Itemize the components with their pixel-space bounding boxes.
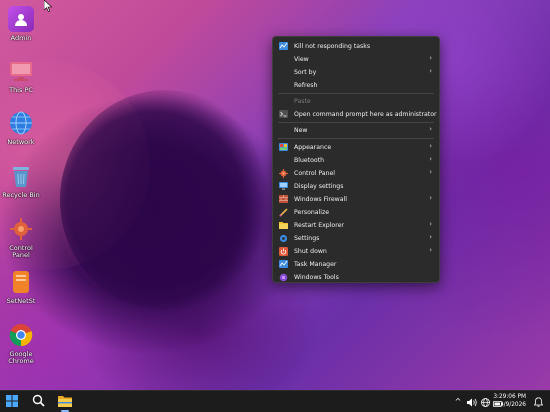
desktop-icon-network[interactable]: Network [0, 110, 42, 146]
computer-icon [8, 58, 34, 84]
menu-item-settings[interactable]: Settings › [276, 232, 436, 244]
explorer-icon [279, 221, 288, 230]
control-panel-icon [8, 216, 34, 242]
chevron-up-icon: ^ [454, 396, 462, 406]
chevron-right-icon: › [429, 54, 432, 62]
desktop-icon-setnetst[interactable]: SetNetSt [0, 269, 42, 305]
chevron-right-icon: › [429, 233, 432, 241]
search-button[interactable] [29, 393, 47, 410]
clock-date: 3/9/2026 [499, 402, 526, 408]
task-manager-icon [279, 42, 288, 51]
menu-item-shut-down[interactable]: Shut down › [276, 245, 436, 257]
menu-item-view[interactable]: View › [276, 53, 436, 65]
desktop-icon-recycle-bin[interactable]: Recycle Bin [0, 163, 42, 199]
globe-icon [480, 392, 490, 411]
cmd-icon [279, 110, 288, 119]
network-button[interactable] [479, 393, 491, 410]
menu-item-windows-tools[interactable]: Windows Tools [276, 271, 436, 283]
chevron-right-icon: › [429, 67, 432, 75]
menu-item-paste[interactable]: Paste [276, 95, 436, 107]
chevron-right-icon: › [429, 155, 432, 163]
chevron-right-icon: › [429, 220, 432, 228]
network-globe-icon [8, 110, 34, 136]
user-folder-icon [8, 6, 34, 32]
file-explorer-icon [58, 392, 72, 411]
menu-item-sort-by[interactable]: Sort by › [276, 66, 436, 78]
desktop-icon-admin[interactable]: Admin [0, 6, 42, 42]
desktop-icon-this-pc[interactable]: This PC [0, 58, 42, 94]
desktop-icon-control-panel[interactable]: Control Panel [0, 216, 42, 259]
chevron-right-icon: › [429, 142, 432, 150]
chevron-right-icon: › [429, 246, 432, 254]
notification-bell-icon [533, 392, 543, 411]
wallpaper-swirl [60, 90, 270, 310]
windows-tools-icon [279, 273, 288, 282]
menu-item-appearance[interactable]: Appearance › [276, 141, 436, 153]
menu-separator [278, 93, 434, 94]
notification-button[interactable] [531, 393, 545, 410]
appearance-icon [279, 143, 288, 152]
taskbar: ^ 3:29:06 PM 3/9/2026 [0, 390, 550, 412]
menu-item-open-cmd-admin[interactable]: Open command prompt here as administrato… [276, 108, 437, 120]
desktop-icon-google-chrome[interactable]: Google Chrome [0, 322, 42, 365]
menu-item-task-manager[interactable]: Task Manager [276, 258, 436, 270]
taskbar-clock[interactable]: 3:29:06 PM 3/9/2026 [493, 393, 526, 409]
desktop-context-menu: Kill not responding tasks View › Sort by… [272, 36, 440, 283]
personalize-icon [279, 207, 288, 217]
task-manager-icon [279, 260, 288, 269]
windows-start-icon [6, 392, 18, 411]
chevron-right-icon: › [429, 194, 432, 202]
mouse-cursor-icon [44, 0, 53, 12]
firewall-icon [279, 195, 288, 204]
clock-time: 3:29:06 PM [493, 394, 526, 400]
menu-item-display-settings[interactable]: Display settings [276, 180, 436, 192]
speaker-icon [467, 392, 477, 411]
menu-item-windows-firewall[interactable]: Windows Firewall › [276, 193, 436, 205]
menu-separator [278, 122, 434, 123]
search-icon [32, 392, 45, 411]
settings-icon [279, 234, 288, 243]
chevron-right-icon: › [429, 168, 432, 176]
chevron-right-icon: › [429, 125, 432, 133]
desktop[interactable]: Admin This PC Network Recycle Bin Contro… [0, 0, 550, 390]
menu-item-refresh[interactable]: Refresh [276, 79, 436, 91]
menu-item-kill-not-responding[interactable]: Kill not responding tasks [276, 40, 436, 52]
recycle-bin-icon [8, 163, 34, 189]
document-icon [8, 269, 34, 295]
start-button[interactable] [3, 393, 21, 410]
file-explorer-button[interactable] [56, 393, 74, 410]
volume-button[interactable] [466, 393, 478, 410]
shutdown-icon [279, 246, 288, 256]
menu-item-personalize[interactable]: Personalize [276, 206, 436, 218]
menu-separator [278, 138, 434, 139]
menu-item-new[interactable]: New › [276, 124, 436, 136]
chrome-icon [8, 322, 34, 348]
control-panel-icon [279, 168, 288, 178]
menu-item-restart-explorer[interactable]: Restart Explorer › [276, 219, 436, 231]
display-icon [279, 182, 288, 191]
menu-item-bluetooth[interactable]: Bluetooth › [276, 154, 436, 166]
menu-item-control-panel[interactable]: Control Panel › [276, 167, 436, 179]
tray-overflow-button[interactable]: ^ [452, 393, 464, 410]
